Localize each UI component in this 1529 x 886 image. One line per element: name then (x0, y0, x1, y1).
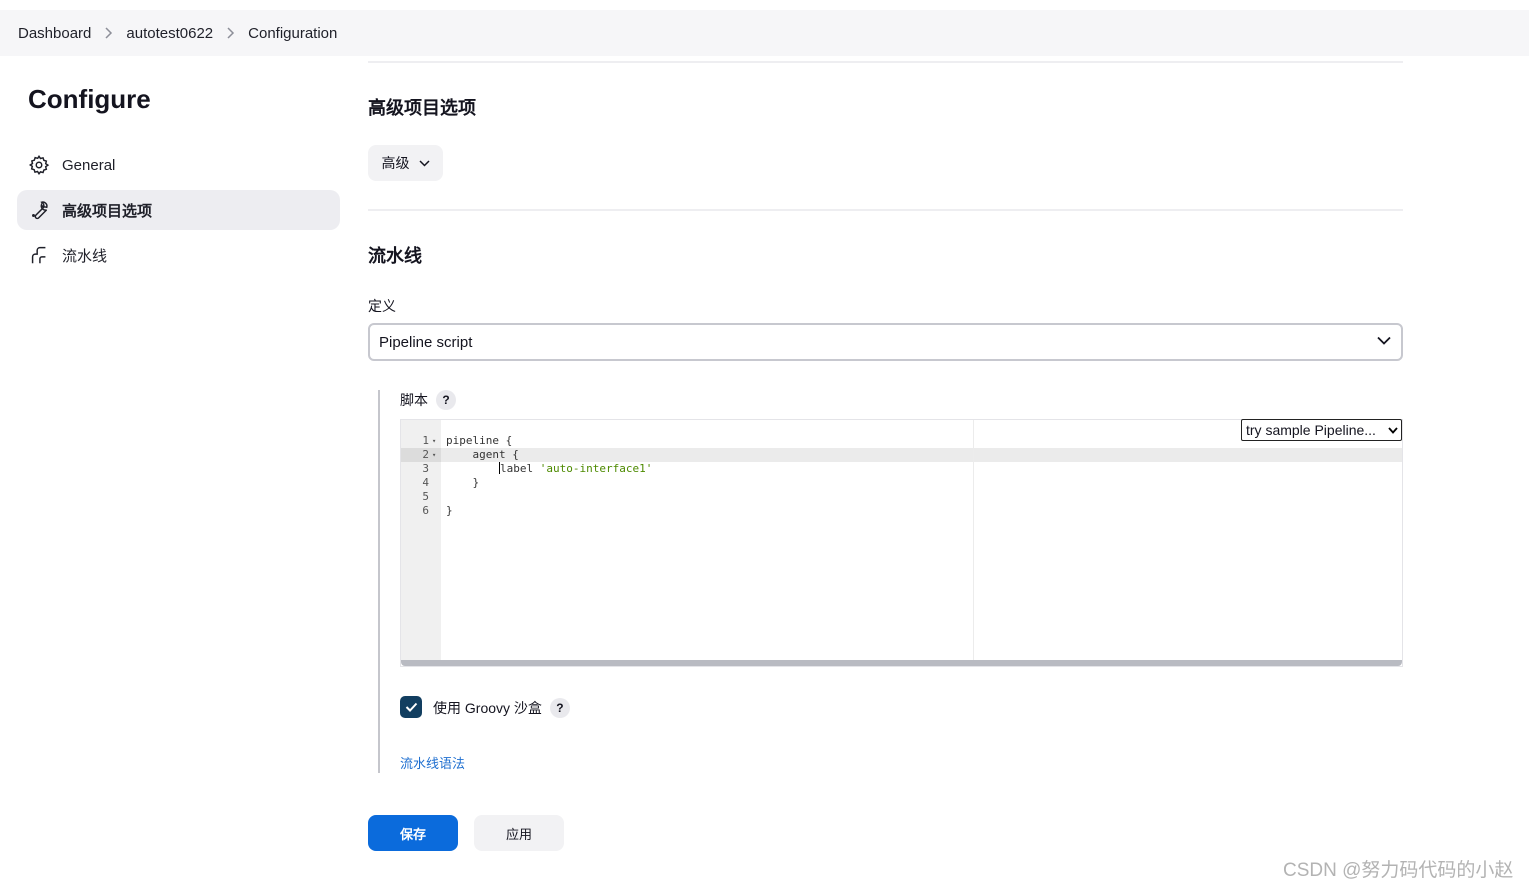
definition-label: 定义 (368, 298, 396, 314)
sidebar-item-advanced[interactable]: 高级项目选项 (17, 190, 340, 230)
save-button[interactable]: 保存 (368, 815, 458, 851)
advanced-button-label: 高级 (381, 155, 410, 171)
breadcrumb: Dashboard autotest0622 Configuration (0, 10, 1529, 56)
groovy-sandbox-checkbox[interactable] (400, 696, 422, 718)
chevron-right-icon (104, 27, 113, 39)
script-label: 脚本 (400, 392, 428, 408)
checkmark-icon (405, 702, 417, 712)
sidebar-item-label: 流水线 (62, 247, 108, 265)
script-label-row: 脚本 ? (400, 390, 456, 410)
sidebar-item-label: 高级项目选项 (62, 202, 153, 220)
gear-icon (28, 154, 50, 176)
apply-button[interactable]: 应用 (474, 815, 564, 851)
breadcrumb-dashboard[interactable]: Dashboard (18, 25, 91, 42)
section-divider (368, 209, 1403, 211)
editor-resize-bar[interactable] (401, 660, 1402, 666)
try-sample-pipeline-select[interactable]: try sample Pipeline... (1241, 419, 1402, 441)
sidebar-item-pipeline[interactable]: 流水线 (17, 235, 340, 275)
code-line: 5 (422, 490, 429, 503)
advanced-toggle-button[interactable]: 高级 (368, 145, 443, 181)
pipeline-syntax-link[interactable]: 流水线语法 (400, 753, 465, 772)
section-divider (368, 61, 1403, 63)
code-line: 4 } (422, 476, 480, 489)
groovy-sandbox-label[interactable]: 使用 Groovy 沙盒 (433, 698, 542, 718)
pipeline-section-title: 流水线 (368, 246, 422, 266)
script-editor[interactable]: 1 ▾ pipeline { 2 ▾ agent { 3 label 'auto-in… (400, 419, 1403, 667)
watermark: CSDN @努力码代码的小赵 (1283, 860, 1514, 881)
chevron-down-icon (1377, 336, 1391, 345)
chevron-right-icon (226, 27, 235, 39)
wrench-icon (28, 199, 50, 221)
pipeline-icon (28, 244, 50, 266)
chevron-down-icon (1388, 427, 1398, 434)
groovy-sandbox-row: 使用 Groovy 沙盒 ? (433, 698, 570, 718)
code-line: 6} (422, 504, 453, 517)
sidebar-item-general[interactable]: General (17, 145, 340, 185)
advanced-section-title: 高级项目选项 (368, 98, 476, 118)
script-help-icon[interactable]: ? (436, 390, 456, 410)
sandbox-help-icon[interactable]: ? (549, 698, 570, 718)
sample-select-value: try sample Pipeline... (1246, 422, 1376, 438)
code-line: 3 label 'auto-interface1' (422, 462, 653, 475)
sidebar-item-label: General (62, 156, 116, 174)
sidebar-title: Configure (28, 84, 151, 114)
nested-section-indicator (378, 390, 380, 773)
chevron-down-icon (418, 159, 430, 167)
breadcrumb-configuration[interactable]: Configuration (248, 25, 337, 42)
breadcrumb-project[interactable]: autotest0622 (126, 25, 213, 42)
definition-select[interactable]: Pipeline script (368, 323, 1403, 361)
definition-select-value: Pipeline script (379, 333, 473, 351)
